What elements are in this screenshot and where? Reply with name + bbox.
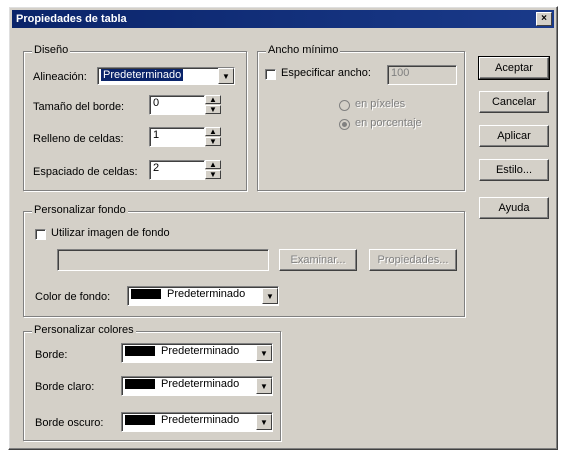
tamano-borde-spin-up-icon[interactable]: ▲ xyxy=(205,95,221,104)
alineacion-dropdown-icon[interactable]: ▼ xyxy=(218,68,234,84)
color-fondo-select[interactable]: Predeterminado xyxy=(127,286,279,306)
porcentaje-radio[interactable] xyxy=(339,119,350,130)
aceptar-button[interactable]: Aceptar xyxy=(478,56,550,80)
tamano-borde-spin-down-icon[interactable]: ▼ xyxy=(205,105,221,114)
color-fondo-label: Color de fondo: xyxy=(35,291,111,303)
tamano-borde-label: Tamaño del borde: xyxy=(33,101,125,113)
group-fondo-legend: Personalizar fondo xyxy=(32,204,128,216)
close-icon[interactable]: × xyxy=(536,12,552,26)
espaciado-label: Espaciado de celdas: xyxy=(33,166,138,178)
imagen-fondo-path-input[interactable] xyxy=(57,249,269,271)
color-fondo-dropdown-icon[interactable]: ▼ xyxy=(262,288,278,304)
relleno-input[interactable]: 1 xyxy=(149,127,205,147)
title-bar[interactable]: Propiedades de tabla × xyxy=(12,10,554,28)
aplicar-button[interactable]: Aplicar xyxy=(479,125,549,147)
relleno-spin-down-icon[interactable]: ▼ xyxy=(205,137,221,146)
borde-label: Borde: xyxy=(35,349,68,361)
espaciado-input[interactable]: 2 xyxy=(149,160,205,180)
borde-select[interactable]: Predeterminado xyxy=(121,343,273,363)
borde-oscuro-value: Predeterminado xyxy=(161,414,240,426)
dialog-window: Propiedades de tabla × Diseño Alineación… xyxy=(8,6,558,450)
borde-claro-select[interactable]: Predeterminado xyxy=(121,376,273,396)
alineacion-value: Predeterminado xyxy=(101,69,184,81)
especificar-ancho-checkbox[interactable] xyxy=(265,69,276,80)
borde-claro-value: Predeterminado xyxy=(161,378,240,390)
imagen-fondo-label: Utilizar imagen de fondo xyxy=(51,227,170,239)
tamano-borde-input[interactable]: 0 xyxy=(149,95,205,115)
examinar-button[interactable]: Examinar... xyxy=(279,249,357,271)
borde-claro-swatch xyxy=(125,379,155,390)
dialog-title: Propiedades de tabla xyxy=(16,13,127,25)
especificar-ancho-label: Especificar ancho: xyxy=(281,67,371,79)
group-diseno-legend: Diseño xyxy=(32,44,71,56)
borde-oscuro-dropdown-icon[interactable]: ▼ xyxy=(256,414,272,430)
cancelar-button[interactable]: Cancelar xyxy=(479,91,549,113)
imagen-fondo-checkbox[interactable] xyxy=(35,229,46,240)
borde-value: Predeterminado xyxy=(161,345,240,357)
espaciado-spin-up-icon[interactable]: ▲ xyxy=(205,160,221,169)
relleno-spin-up-icon[interactable]: ▲ xyxy=(205,127,221,136)
propiedades-button[interactable]: Propiedades... xyxy=(369,249,457,271)
porcentaje-label: en porcentaje xyxy=(355,117,422,129)
group-colores-legend: Personalizar colores xyxy=(32,324,136,336)
alineacion-select[interactable]: Predeterminado xyxy=(97,67,235,85)
borde-claro-label: Borde claro: xyxy=(35,381,95,393)
relleno-label: Relleno de celdas: xyxy=(33,133,124,145)
borde-dropdown-icon[interactable]: ▼ xyxy=(256,345,272,361)
color-fondo-value: Predeterminado xyxy=(167,288,246,300)
borde-swatch xyxy=(125,346,155,357)
estilo-button[interactable]: Estilo... xyxy=(479,159,549,181)
pixeles-radio[interactable] xyxy=(339,100,350,111)
group-ancho-legend: Ancho mínimo xyxy=(266,44,341,56)
borde-oscuro-swatch xyxy=(125,415,155,426)
borde-oscuro-label: Borde oscuro: xyxy=(35,417,104,429)
espaciado-spin-down-icon[interactable]: ▼ xyxy=(205,170,221,179)
alineacion-label: Alineación: xyxy=(33,71,87,83)
borde-oscuro-select[interactable]: Predeterminado xyxy=(121,412,273,432)
color-fondo-swatch xyxy=(131,289,161,300)
pixeles-label: en píxeles xyxy=(355,98,406,110)
ayuda-button[interactable]: Ayuda xyxy=(479,197,549,219)
borde-claro-dropdown-icon[interactable]: ▼ xyxy=(256,378,272,394)
ancho-input[interactable]: 100 xyxy=(387,65,457,85)
